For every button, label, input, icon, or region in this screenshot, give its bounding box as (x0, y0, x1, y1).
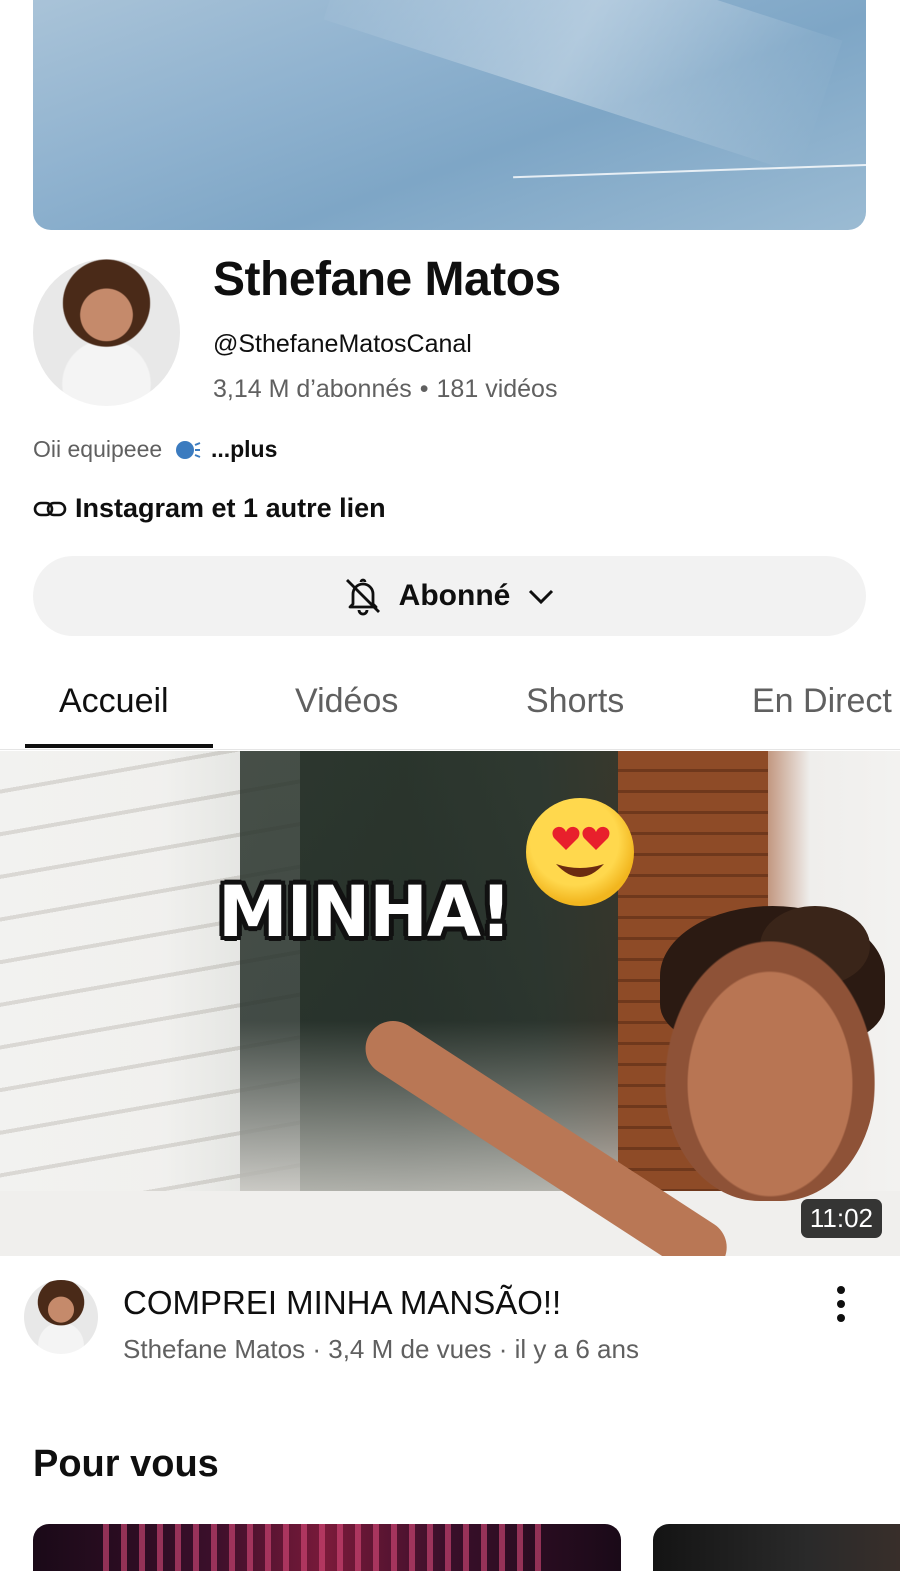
for-you-video-card[interactable] (33, 1524, 621, 1571)
bell-off-icon (345, 578, 380, 616)
tab-home[interactable]: Accueil (59, 682, 169, 721)
video-channel-name: Sthefane Matos (123, 1334, 306, 1364)
video-title[interactable]: COMPREI MINHA MANSÃO!! (123, 1284, 561, 1322)
active-tab-indicator (25, 744, 213, 748)
subscribed-label: Abonné (398, 579, 511, 612)
video-channel-avatar[interactable] (24, 1280, 98, 1354)
video-views: 3,4 M de vues (328, 1334, 492, 1364)
subscribed-button[interactable]: Abonné (33, 556, 866, 636)
channel-name: Sthefane Matos (213, 253, 561, 306)
tab-live[interactable]: En Direct (752, 682, 892, 721)
speaking-head-icon (175, 441, 200, 459)
subscriber-count: 3,14 M d’abonnés (213, 375, 412, 403)
chevron-down-icon (529, 589, 554, 605)
video-duration-badge: 11:02 (800, 1199, 882, 1238)
stats-separator: • (419, 375, 429, 403)
video-age: il y a 6 ans (514, 1334, 639, 1364)
more-options-icon[interactable] (826, 1284, 856, 1324)
channel-description[interactable]: Oii equipeee ...plus (33, 436, 277, 463)
channel-tabs: Accueil Vidéos Shorts En Direct (0, 660, 900, 750)
heart-eyes-emoji-icon (526, 798, 634, 906)
featured-video-info[interactable]: COMPREI MINHA MANSÃO!! Sthefane Matos · … (0, 1256, 900, 1386)
links-text: Instagram et 1 autre lien (75, 493, 386, 523)
channel-avatar[interactable] (33, 259, 180, 406)
thumbnail-overlay-text: MINHA! (218, 871, 512, 953)
video-metadata: Sthefane Matos · 3,4 M de vues · il y a … (123, 1334, 639, 1364)
for-you-section-title: Pour vous (33, 1443, 219, 1485)
link-icon (33, 501, 67, 516)
channel-links[interactable]: Instagram et 1 autre lien (33, 493, 386, 524)
description-more-link[interactable]: ...plus (211, 436, 277, 462)
description-text: Oii equipeee (33, 436, 163, 462)
video-count: 181 vidéos (436, 375, 558, 403)
channel-banner (33, 0, 866, 230)
tab-videos[interactable]: Vidéos (295, 682, 398, 721)
for-you-video-card[interactable] (653, 1524, 900, 1571)
featured-video-thumbnail[interactable]: MINHA! 11:02 (0, 751, 900, 1256)
tab-shorts[interactable]: Shorts (526, 682, 624, 721)
channel-handle: @SthefaneMatosCanal (213, 330, 472, 358)
channel-stats: 3,14 M d’abonnés • 181 vidéos (213, 375, 557, 404)
